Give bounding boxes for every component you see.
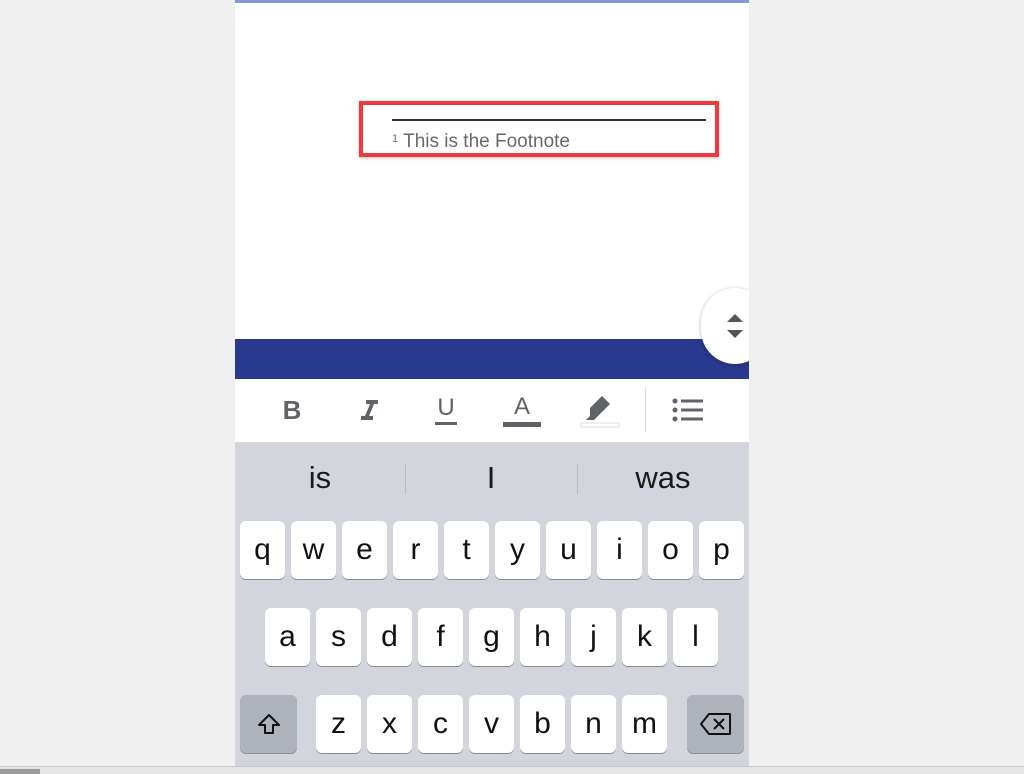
toolbar-divider (645, 388, 646, 432)
bulleted-list-icon (672, 398, 703, 422)
window-bottom-tab (0, 769, 40, 774)
highlighter-icon (580, 396, 620, 428)
suggestion-3[interactable]: was (578, 442, 748, 514)
key-p[interactable]: p (699, 521, 744, 579)
underline-label: U (437, 393, 455, 421)
key-r[interactable]: r (393, 521, 438, 579)
footnote[interactable]: 1 This is the Footnote (392, 131, 570, 153)
window-bottom-strip (0, 766, 1024, 774)
suggestion-bar: is I was (235, 442, 749, 514)
underline-button[interactable]: U (421, 387, 471, 433)
text-color-label: A (513, 392, 530, 420)
key-n[interactable]: n (571, 695, 616, 753)
text-color-icon: A (503, 392, 541, 427)
footnote-separator-line (392, 119, 706, 121)
key-m[interactable]: m (622, 695, 667, 753)
key-v[interactable]: v (469, 695, 514, 753)
format-toolbar: B U A (235, 379, 749, 442)
backspace-key[interactable] (687, 695, 744, 753)
key-j[interactable]: j (571, 608, 616, 666)
document-bottom-bar (235, 339, 749, 379)
suggestion-2[interactable]: I (406, 442, 576, 514)
key-d[interactable]: d (367, 608, 412, 666)
key-a[interactable]: a (265, 608, 310, 666)
key-x[interactable]: x (367, 695, 412, 753)
key-t[interactable]: t (444, 521, 489, 579)
key-y[interactable]: y (495, 521, 540, 579)
footnote-highlight-box: 1 This is the Footnote (359, 101, 719, 157)
key-s[interactable]: s (316, 608, 361, 666)
highlight-color-button[interactable] (575, 387, 625, 433)
shift-key[interactable] (240, 695, 297, 753)
text-color-button[interactable]: A (497, 387, 547, 433)
key-z[interactable]: z (316, 695, 361, 753)
underline-bar (435, 421, 457, 425)
shift-icon (257, 714, 280, 734)
key-c[interactable]: c (418, 695, 463, 753)
key-q[interactable]: q (240, 521, 285, 579)
key-w[interactable]: w (291, 521, 336, 579)
key-f[interactable]: f (418, 608, 463, 666)
key-e[interactable]: e (342, 521, 387, 579)
key-b[interactable]: b (520, 695, 565, 753)
key-u[interactable]: u (546, 521, 591, 579)
document-page[interactable]: 1 This is the Footnote (235, 3, 749, 339)
key-i[interactable]: i (597, 521, 642, 579)
key-k[interactable]: k (622, 608, 667, 666)
footnote-text: This is the Footnote (403, 131, 570, 152)
bulleted-list-button[interactable] (663, 387, 713, 433)
key-o[interactable]: o (648, 521, 693, 579)
italic-icon (361, 400, 378, 420)
phone-screen: 1 This is the Footnote B U A is I was q … (235, 0, 749, 766)
text-color-bar (503, 421, 541, 427)
bold-button[interactable]: B (267, 387, 317, 433)
key-h[interactable]: h (520, 608, 565, 666)
backspace-icon (699, 713, 731, 735)
key-g[interactable]: g (469, 608, 514, 666)
scroll-arrows-icon (727, 314, 743, 338)
key-l[interactable]: l (673, 608, 718, 666)
onscreen-keyboard: is I was q w e r t y u i o p a s d f g h… (235, 442, 749, 766)
italic-button[interactable] (344, 387, 394, 433)
suggestion-1[interactable]: is (235, 442, 405, 514)
footnote-number: 1 (392, 133, 399, 145)
